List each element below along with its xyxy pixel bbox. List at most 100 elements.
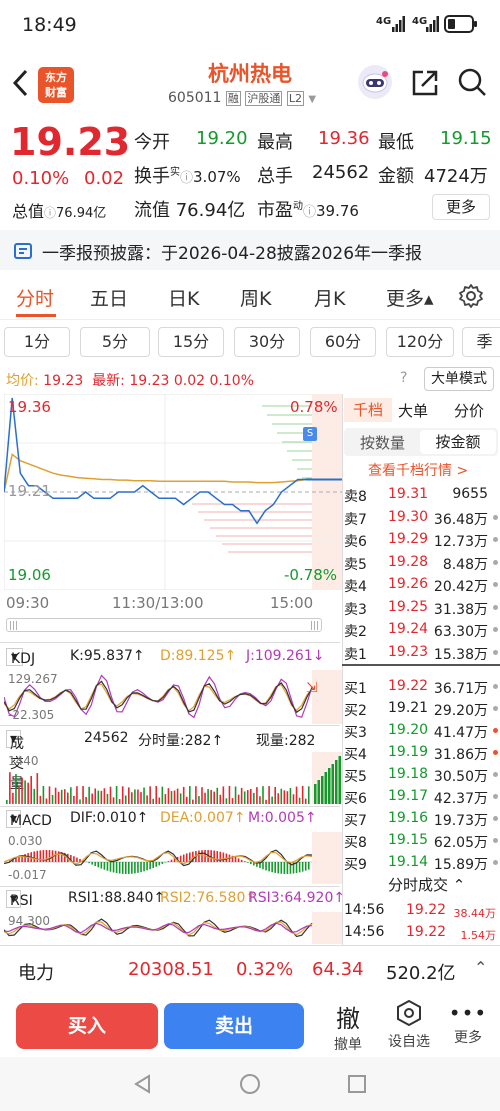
- intraday-chart[interactable]: [4, 394, 342, 590]
- rsi-select[interactable]: RSI ▾: [6, 890, 33, 909]
- buy-price: 19.18: [388, 766, 429, 782]
- macd-bar: [33, 851, 36, 862]
- macd-bar: [271, 862, 273, 873]
- volume-bar: [9, 772, 11, 804]
- pe-label: 市盈: [257, 200, 293, 221]
- big-order-mode-button[interactable]: 大单模式: [424, 367, 494, 391]
- volume-bar: [304, 798, 307, 804]
- tab-day-k[interactable]: 日K: [168, 284, 199, 311]
- sell-row[interactable]: 卖2 19.24 63.30万: [344, 619, 500, 641]
- macd-bar: [94, 862, 97, 866]
- volume-chart[interactable]: [4, 752, 342, 804]
- mode-by-qty[interactable]: 按数量: [360, 432, 405, 453]
- tab-big-order[interactable]: 大单: [398, 400, 428, 421]
- tab-5day[interactable]: 五日: [90, 284, 128, 311]
- volume-bar: [283, 790, 286, 804]
- sell-row[interactable]: 卖8 19.31 9655: [344, 484, 500, 506]
- cancel-order-button[interactable]: 撤 撤单: [328, 999, 368, 1054]
- sector-index-bar[interactable]: 电力 20308.51 0.32% 64.34 520.2亿 ⌃: [0, 945, 500, 995]
- s-marker-icon[interactable]: S: [303, 427, 317, 441]
- buy-volume: 36.71万: [433, 681, 488, 697]
- more-quote-button[interactable]: 更多: [432, 194, 490, 220]
- add-watchlist-button[interactable]: 设自选: [382, 999, 436, 1051]
- volume-bar: [253, 792, 255, 804]
- watchlist-label: 设自选: [388, 1034, 430, 1050]
- amount-label: 金额: [378, 166, 414, 187]
- sell-row[interactable]: 卖3 19.25 31.38万: [344, 597, 500, 619]
- macd-bar: [73, 856, 75, 862]
- notice-bar[interactable]: 一季报预披露：于2026-04-28披露2026年一季报: [0, 230, 500, 270]
- sell-row[interactable]: 卖6 19.29 12.73万: [344, 529, 500, 551]
- help-icon[interactable]: ?: [400, 370, 407, 386]
- dropdown-icon[interactable]: ▼: [308, 94, 316, 105]
- volume-select[interactable]: 成交量 ▾: [6, 730, 24, 792]
- sell-row[interactable]: 卖4 19.26 20.42万: [344, 574, 500, 596]
- robot-avatar-icon[interactable]: [357, 64, 393, 100]
- tab-intraday[interactable]: 分时: [16, 284, 54, 311]
- collapse-arrow-icon[interactable]: ⇲: [306, 680, 328, 702]
- tab-month-k[interactable]: 月K: [314, 284, 345, 311]
- volume-bar: [143, 787, 145, 804]
- tab-week-k[interactable]: 周K: [240, 284, 271, 311]
- volume-bar: [27, 782, 29, 804]
- buy-row[interactable]: 买2 19.21 29.20万: [344, 698, 500, 720]
- period-5m[interactable]: 5分: [80, 327, 150, 357]
- buy-row[interactable]: 买8 19.15 62.05万: [344, 830, 500, 852]
- share-icon[interactable]: [410, 68, 440, 98]
- view-qiandang-link[interactable]: 查看千档行情 >: [368, 460, 468, 480]
- macd-bar: [222, 852, 225, 862]
- volume-bar: [161, 786, 164, 804]
- tab-more[interactable]: 更多▴: [386, 284, 434, 311]
- volume-bar: [33, 788, 36, 804]
- settings-gear-icon[interactable]: [458, 283, 484, 309]
- kdj-select[interactable]: KDJ ▾: [6, 648, 35, 667]
- volume-bar: [18, 786, 20, 804]
- volume-tick: 分时量:282↑: [138, 733, 224, 749]
- buy-row[interactable]: 买3 19.20 41.47万: [344, 720, 500, 742]
- buy-row[interactable]: 买9 19.14 15.89万: [344, 852, 500, 874]
- period-120m[interactable]: 120分: [386, 327, 454, 357]
- volume-bar: [128, 787, 130, 804]
- sell-button[interactable]: 卖出: [164, 1003, 304, 1049]
- period-15m[interactable]: 15分: [158, 327, 224, 357]
- back-icon[interactable]: [8, 66, 34, 100]
- buy-row[interactable]: 买7 19.16 19.73万: [344, 808, 500, 830]
- macd-bar: [146, 862, 148, 871]
- buy-button[interactable]: 买入: [16, 1003, 158, 1049]
- search-icon[interactable]: [456, 66, 488, 98]
- sell-row[interactable]: 卖1 19.23 15.38万: [344, 642, 500, 664]
- more-actions-button[interactable]: ••• 更多: [448, 999, 488, 1047]
- macd-chart[interactable]: [4, 832, 342, 884]
- buy-row[interactable]: 买1 19.22 36.71万: [344, 676, 500, 698]
- nav-back-icon[interactable]: [132, 1073, 154, 1095]
- buy-row[interactable]: 买4 19.19 31.86万: [344, 742, 500, 764]
- tab-price-split[interactable]: 分价: [454, 400, 484, 421]
- macd-bar: [170, 859, 173, 862]
- mode-by-amount[interactable]: 按金额: [420, 430, 496, 454]
- scroll-handle-right-icon[interactable]: |||: [310, 621, 319, 631]
- volume-bar: [182, 786, 185, 804]
- sell-row[interactable]: 卖7 19.30 36.48万: [344, 507, 500, 529]
- nav-recent-icon[interactable]: [346, 1073, 368, 1095]
- buy-row[interactable]: 买5 19.18 30.50万: [344, 764, 500, 786]
- rsi-chart[interactable]: [4, 912, 342, 944]
- macd-select[interactable]: MACD ▾: [6, 810, 52, 829]
- sell-row[interactable]: 卖5 19.28 8.48万: [344, 552, 500, 574]
- period-60m[interactable]: 60分: [310, 327, 376, 357]
- chevron-up-icon[interactable]: ⌃: [474, 958, 487, 977]
- sell-price: 19.24: [388, 621, 429, 637]
- period-30m[interactable]: 30分: [234, 327, 300, 357]
- scroll-handle-left-icon[interactable]: |||: [9, 621, 18, 631]
- index-amount: 520.2亿: [386, 963, 456, 984]
- tab-qiandang[interactable]: 千档: [344, 398, 392, 422]
- ticks-header[interactable]: 分时成交 ⌃: [388, 874, 466, 895]
- nav-home-icon[interactable]: [239, 1073, 261, 1095]
- chart-scrollbar[interactable]: ||| |||: [6, 618, 322, 632]
- volume-bar: [231, 798, 234, 804]
- buy-row[interactable]: 买6 19.17 42.37万: [344, 786, 500, 808]
- period-1m[interactable]: 1分: [4, 327, 70, 357]
- index-chg: 64.34: [312, 959, 364, 980]
- volume-bar: [57, 791, 60, 804]
- period-quarter[interactable]: 季: [462, 327, 500, 357]
- status-dot: [493, 750, 498, 755]
